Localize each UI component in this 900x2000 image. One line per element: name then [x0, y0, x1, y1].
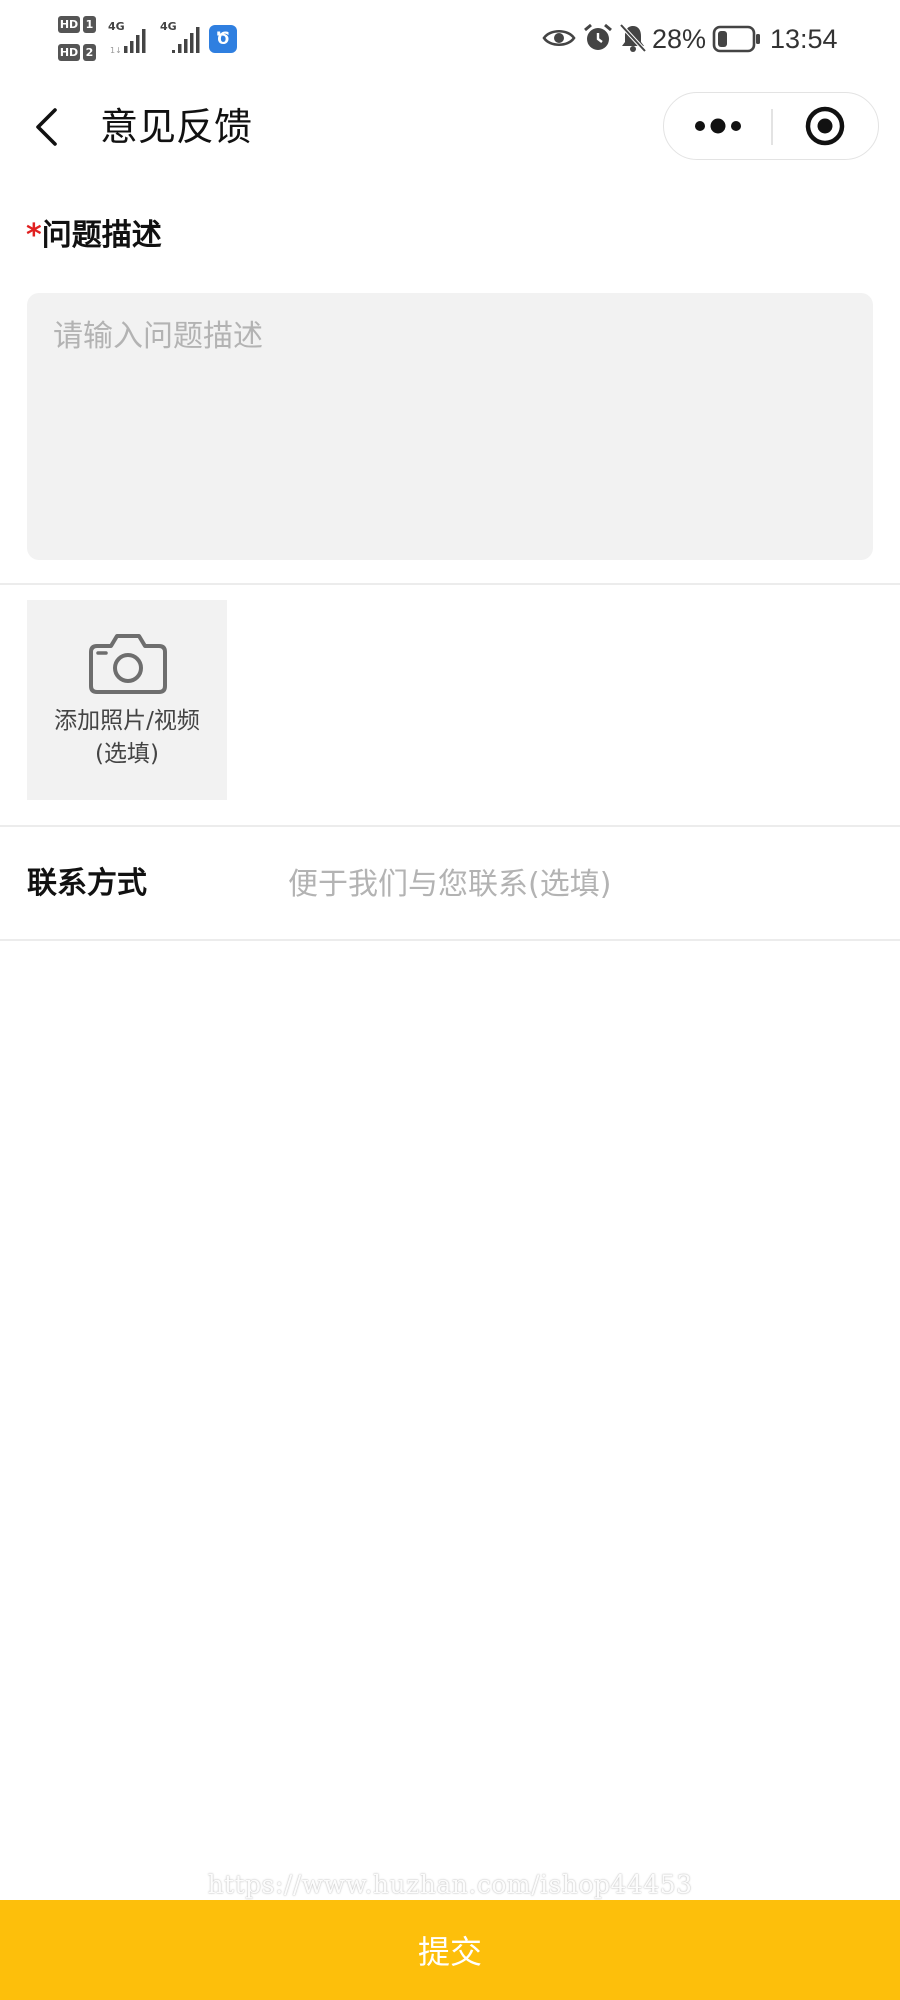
signal2-icon: [172, 27, 200, 53]
watermark: https://www.huzhan.com/ishop44453: [207, 1870, 693, 1899]
more-button[interactable]: [664, 93, 772, 159]
back-button[interactable]: [28, 102, 72, 152]
description-label: *问题描述: [26, 214, 162, 258]
contact-label: 联系方式: [27, 866, 147, 901]
camera-icon: [89, 634, 167, 694]
description-textarea[interactable]: [27, 293, 873, 560]
status-right-group: 28% 13:54: [500, 0, 900, 80]
mute-bell-icon: [619, 23, 647, 53]
battery-percent: 28%: [652, 24, 707, 54]
divider-2: [0, 825, 900, 827]
app-notification-icon: Ծ: [209, 25, 237, 53]
more-dots-icon: [695, 118, 741, 134]
eye-icon: [542, 29, 576, 47]
sim1-number: 1: [83, 16, 96, 33]
page-title: 意见反馈: [100, 105, 253, 149]
battery-icon: [712, 25, 760, 53]
divider-1: [0, 583, 900, 585]
close-button[interactable]: [772, 93, 878, 159]
submit-button[interactable]: 提交: [0, 1900, 900, 2000]
clock: 13:54: [770, 24, 838, 54]
required-mark: *: [26, 218, 42, 253]
divider-3: [0, 939, 900, 941]
sim2-number: 2: [83, 44, 96, 61]
description-label-text: 问题描述: [41, 218, 162, 253]
sim1-badge: HD 1: [58, 16, 100, 34]
contact-input[interactable]: [288, 858, 868, 910]
sim1-hd-label: HD: [58, 16, 80, 33]
sim2-hd-label: HD: [58, 44, 80, 61]
sim2-badge: HD 2: [58, 44, 100, 62]
target-circle-icon: [805, 106, 845, 146]
add-media-label-line2: (选填): [95, 741, 159, 767]
add-media-button[interactable]: 添加照片/视频 (选填): [27, 600, 227, 800]
add-media-label: 添加照片/视频 (选填): [27, 705, 227, 771]
signal1-icon: 1↓: [110, 29, 146, 54]
miniprogram-capsule: [663, 92, 879, 160]
status-bar: HD 1 HD 2 4G 1↓ 4G Ծ 28% 13:54: [0, 0, 900, 80]
add-media-label-line1: 添加照片/视频: [54, 708, 200, 734]
nav-bar: 意见反馈: [0, 82, 900, 172]
svg-text:1↓: 1↓: [110, 46, 122, 54]
chevron-left-icon: [36, 108, 57, 146]
alarm-icon: [584, 23, 612, 50]
